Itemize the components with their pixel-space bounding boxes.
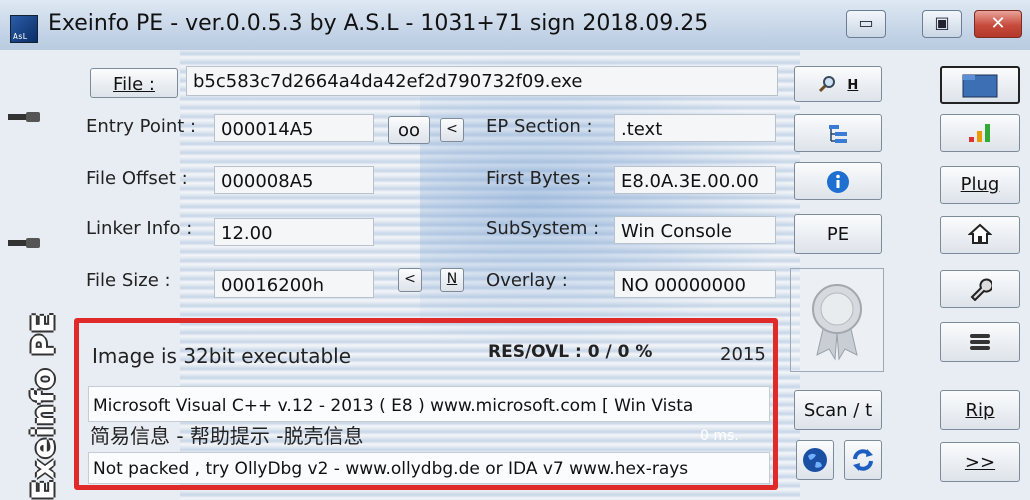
window-title: Exeinfo PE - ver.0.0.5.3 by A.S.L - 1031… [48, 11, 709, 36]
first-bytes-field[interactable]: E8.0A.3E.00.00 [614, 166, 776, 194]
side-brand-label: Exeinfo PE [24, 312, 64, 500]
ep-section-label: EP Section : [486, 116, 593, 137]
award-panel [790, 268, 884, 372]
menu-icon [968, 334, 992, 359]
entry-point-field[interactable]: 000014A5 [214, 114, 374, 142]
app-icon[interactable]: AsL [10, 15, 38, 43]
pe-button[interactable]: PE [794, 214, 882, 254]
overlay-field[interactable]: NO 00000000 [614, 270, 776, 298]
web-button[interactable] [796, 440, 834, 480]
highlight-box [74, 318, 778, 490]
maximize-button[interactable]: ▣ [922, 10, 962, 38]
linker-info-field[interactable]: 12.00 [214, 218, 374, 246]
plug-button[interactable]: Plug [940, 166, 1020, 204]
file-size-label: File Size : [86, 270, 171, 291]
file-button[interactable]: File : [90, 68, 178, 98]
search-h-button[interactable]: H [794, 66, 882, 102]
file-size-field[interactable]: 00016200h [214, 270, 374, 298]
home-icon [967, 223, 993, 250]
entry-point-label: Entry Point : [86, 116, 197, 137]
wrench-icon [968, 278, 994, 306]
oo-button[interactable]: oo [388, 116, 430, 144]
refresh-button[interactable] [844, 440, 882, 480]
linker-info-label: Linker Info : [86, 218, 193, 239]
tree-list-icon [827, 125, 849, 150]
plug-icon [8, 238, 42, 248]
first-bytes-label: First Bytes : [486, 168, 592, 189]
app-window: AsL Exeinfo PE - ver.0.0.5.3 by A.S.L - … [0, 0, 1030, 500]
rip-button[interactable]: Rip [940, 390, 1020, 430]
tools-button[interactable] [940, 270, 1020, 308]
rip-button-label: Rip [965, 400, 995, 421]
close-icon: ✕ [990, 13, 1006, 34]
minimize-button[interactable]: ▭ [846, 10, 886, 38]
title-bar[interactable]: AsL Exeinfo PE - ver.0.0.5.3 by A.S.L - … [0, 0, 1030, 50]
app-icon-text: AsL [13, 32, 28, 41]
bar-chart-icon [967, 124, 993, 148]
folder-icon [960, 74, 1000, 102]
info-icon [826, 171, 850, 199]
file-path-field[interactable]: b5c583c7d2664a4da42ef2d790732f09.exe [186, 66, 778, 96]
section-viewer-button[interactable] [794, 114, 882, 152]
refresh-icon [850, 449, 876, 478]
n-button[interactable]: N [440, 268, 464, 292]
home-button[interactable] [940, 216, 1020, 254]
more-button[interactable]: >> [940, 442, 1020, 482]
search-h-label: H [847, 78, 859, 93]
entry-point-back-button[interactable]: < [440, 118, 464, 142]
ep-section-field[interactable]: .text [614, 114, 776, 142]
overlay-label: Overlay : [486, 270, 568, 291]
award-ribbon-icon [812, 284, 862, 361]
close-button[interactable]: ✕ [974, 10, 1022, 38]
stats-button[interactable] [940, 114, 1020, 152]
plug-button-label: Plug [960, 174, 1000, 195]
menu-button[interactable] [940, 322, 1020, 362]
magnifier-icon [818, 75, 836, 93]
maximize-icon: ▣ [934, 13, 950, 32]
open-folder-button[interactable] [940, 66, 1020, 104]
subsystem-field[interactable]: Win Console [614, 216, 776, 244]
info-button[interactable] [794, 162, 882, 200]
more-button-label: >> [964, 452, 996, 473]
file-button-label: File : [113, 74, 155, 95]
globe-icon [802, 448, 828, 478]
file-offset-field[interactable]: 000008A5 [214, 166, 374, 194]
file-offset-label: File Offset : [86, 168, 188, 189]
scan-button[interactable]: Scan / t [794, 390, 882, 430]
plug-icon [8, 112, 42, 122]
minimize-icon: ▭ [858, 13, 874, 32]
file-size-back-button[interactable]: < [398, 268, 422, 292]
side-brand-text: Exeinfo PE [26, 311, 62, 500]
subsystem-label: SubSystem : [486, 218, 600, 239]
